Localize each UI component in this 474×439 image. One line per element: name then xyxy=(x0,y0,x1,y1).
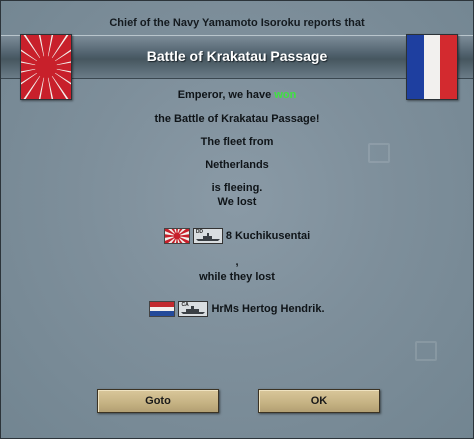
report-caption: Chief of the Navy Yamamoto Isoroku repor… xyxy=(109,17,365,29)
enemy-loss-row: CA HrMs Hertog Hendrik. xyxy=(1,301,473,320)
message-line-6: We lost xyxy=(217,196,257,208)
netherlands-flag-icon xyxy=(149,301,176,317)
message-line-1: Emperor, we have won xyxy=(1,89,473,101)
message-line-2: the Battle of Krakatau Passage! xyxy=(154,113,320,125)
message-line-7: while they lost xyxy=(199,271,275,283)
own-loss-row: DD 8 Kuchikusentai xyxy=(1,228,473,247)
won-highlight: won xyxy=(274,89,297,101)
cruiser-ship-icon: CA xyxy=(178,301,209,317)
goto-button[interactable]: Goto xyxy=(97,389,219,413)
battle-report-dialog: Chief of the Navy Yamamoto Isoroku repor… xyxy=(0,0,474,439)
enemy-loss-label: HrMs Hertog Hendrik. xyxy=(211,303,325,315)
ok-button[interactable]: OK xyxy=(258,389,380,413)
own-loss-label: 8 Kuchikusentai xyxy=(225,230,311,242)
destroyer-ship-icon: DD xyxy=(192,228,223,244)
japan-flag-icon xyxy=(163,228,190,244)
message-text: Emperor, we have xyxy=(177,89,275,101)
message-line-4: Netherlands xyxy=(205,159,269,171)
message-line-3: The fleet from xyxy=(200,136,274,148)
message-line-5: is fleeing. xyxy=(211,182,263,194)
separator-comma: , xyxy=(235,256,239,268)
faint-map-icon xyxy=(415,341,437,361)
